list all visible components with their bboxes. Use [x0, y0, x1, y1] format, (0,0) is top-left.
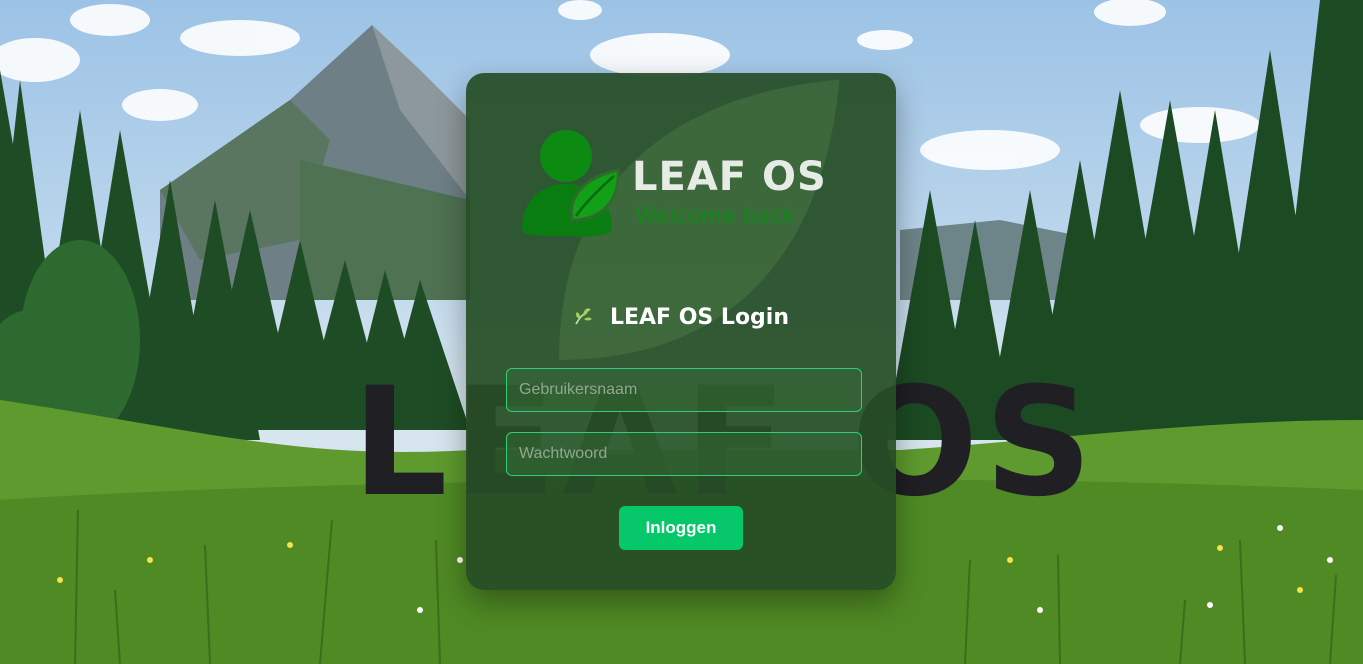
username-input[interactable]	[506, 368, 862, 412]
login-card: LEAF OS Welcome back LEAF OS Login Inlog…	[466, 73, 896, 590]
password-input[interactable]	[506, 432, 862, 476]
login-button[interactable]: Inloggen	[619, 506, 743, 550]
sprout-icon	[573, 305, 600, 329]
user-leaf-icon	[522, 130, 620, 237]
login-title-text: LEAF OS Login	[609, 305, 790, 330]
logo-name: LEAF OS	[632, 154, 827, 200]
login-title: LEAF OS Login	[466, 305, 896, 330]
app-logo: LEAF OS Welcome back	[520, 128, 830, 238]
logo-tagline: Welcome back	[635, 204, 795, 229]
